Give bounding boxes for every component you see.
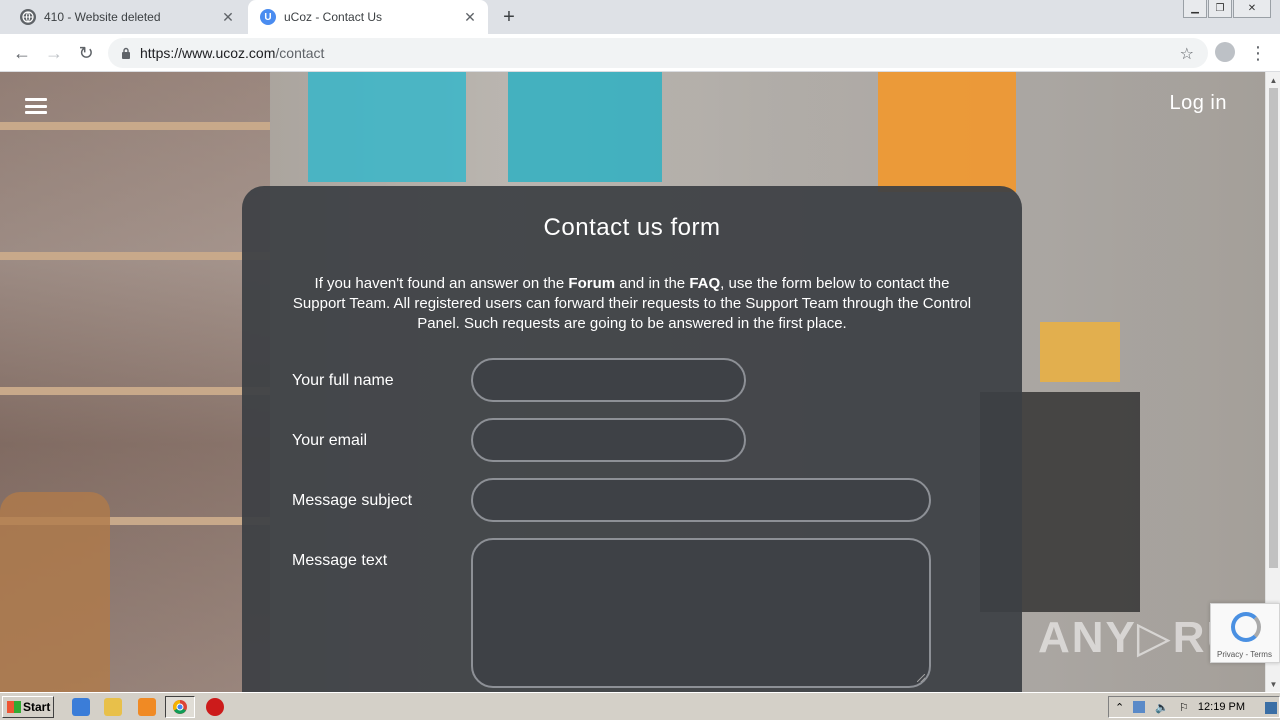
lock-icon: [120, 46, 132, 60]
resize-handle-icon[interactable]: [917, 674, 925, 682]
forward-arrow-icon[interactable]: →: [42, 41, 66, 65]
back-arrow-icon[interactable]: ←: [10, 41, 34, 65]
full-name-input[interactable]: [471, 358, 746, 402]
background-shelf: [0, 122, 270, 130]
full-name-label: Your full name: [292, 372, 394, 389]
profile-avatar-icon[interactable]: [1215, 42, 1235, 62]
background-chair: [0, 492, 110, 692]
restore-window-icon[interactable]: ❐: [1208, 0, 1232, 18]
system-tray: ⌃ 🔈 ⚐ 12:19 PM: [1108, 696, 1280, 718]
new-tab-plus-icon[interactable]: +: [498, 6, 520, 28]
start-button[interactable]: Start: [2, 696, 54, 718]
start-label: Start: [23, 700, 51, 714]
browser-tab-strip: 410 - Website deleted ✕ U uCoz - Contact…: [0, 0, 1280, 34]
intro-text-2: and in the: [615, 275, 690, 292]
windows-taskbar: Start ⌃ 🔈 ⚐ 12:19 PM: [0, 692, 1280, 720]
windows-flag-icon: [7, 701, 21, 713]
page-scrollbar[interactable]: ▲ ▼: [1265, 72, 1280, 692]
background-art-yellow: [1040, 322, 1120, 382]
message-textarea[interactable]: [471, 538, 931, 688]
subject-label: Message subject: [292, 492, 413, 509]
browser-menu-icon[interactable]: ⋮: [1249, 42, 1267, 64]
tray-expand-icon[interactable]: ⌃: [1115, 701, 1127, 714]
recaptcha-badge[interactable]: Privacy - Terms: [1210, 603, 1280, 663]
volume-icon[interactable]: 🔈: [1155, 701, 1169, 714]
scroll-up-arrow-icon[interactable]: ▲: [1266, 73, 1280, 87]
scroll-down-arrow-icon[interactable]: ▼: [1266, 677, 1280, 691]
background-art-teal: [508, 72, 662, 182]
tab-ucoz-contact[interactable]: U uCoz - Contact Us ✕: [248, 0, 488, 34]
page-viewport: Log in Contact us form If you haven't fo…: [0, 72, 1265, 692]
show-desktop-icon[interactable]: [1265, 702, 1277, 714]
contact-form-card: Contact us form If you haven't found an …: [242, 186, 1022, 692]
subject-input[interactable]: [471, 478, 931, 522]
browser-toolbar: ← → ↻ https://www.ucoz.com/contact ☆: [0, 34, 1280, 72]
email-label: Your email: [292, 432, 368, 449]
ucoz-favicon-icon: U: [260, 9, 276, 25]
address-bar[interactable]: https://www.ucoz.com/contact ☆: [108, 38, 1208, 68]
close-window-icon[interactable]: ✕: [1233, 0, 1271, 18]
background-shelf: [0, 252, 270, 260]
bookmark-star-icon[interactable]: ☆: [1180, 44, 1194, 64]
tab-title: 410 - Website deleted: [44, 10, 161, 24]
recaptcha-terms[interactable]: Privacy - Terms: [1217, 650, 1272, 659]
intro-text-1: If you haven't found an answer on the: [314, 275, 569, 292]
form-title: Contact us form: [543, 214, 721, 241]
tab-website-deleted[interactable]: 410 - Website deleted ✕: [8, 0, 246, 34]
chrome-taskbar-button[interactable]: [165, 696, 195, 718]
media-player-icon[interactable]: [138, 698, 156, 716]
network-icon[interactable]: [1133, 701, 1145, 713]
globe-icon: [20, 9, 36, 25]
minimize-window-icon[interactable]: ▁: [1183, 0, 1207, 18]
recaptcha-logo-icon: [1231, 612, 1261, 642]
reload-icon[interactable]: ↻: [74, 41, 98, 65]
internet-explorer-icon[interactable]: [72, 698, 90, 716]
url-text: https://www.ucoz.com/contact: [140, 45, 324, 61]
opera-icon[interactable]: [206, 698, 224, 716]
clock[interactable]: 12:19 PM: [1198, 701, 1245, 713]
form-intro-text: If you haven't found an answer on the Fo…: [292, 274, 972, 334]
background-shelf: [0, 387, 270, 395]
forum-link[interactable]: Forum: [568, 275, 615, 292]
url-host: https://www.ucoz.com: [140, 45, 276, 61]
faq-link[interactable]: FAQ: [689, 275, 720, 292]
tab-close-icon[interactable]: ✕: [220, 9, 236, 25]
tab-title: uCoz - Contact Us: [284, 10, 383, 24]
hamburger-menu-icon[interactable]: [25, 98, 47, 114]
background-art-orange: [878, 72, 1016, 192]
tab-close-icon[interactable]: ✕: [462, 9, 478, 25]
message-label: Message text: [292, 552, 388, 569]
folder-icon[interactable]: [104, 698, 122, 716]
url-path: /contact: [275, 45, 325, 61]
background-art-blue: [308, 72, 466, 182]
action-center-flag-icon[interactable]: ⚐: [1179, 701, 1191, 714]
scrollbar-thumb[interactable]: [1269, 88, 1278, 568]
login-link[interactable]: Log in: [1170, 92, 1228, 115]
email-input[interactable]: [471, 418, 746, 462]
